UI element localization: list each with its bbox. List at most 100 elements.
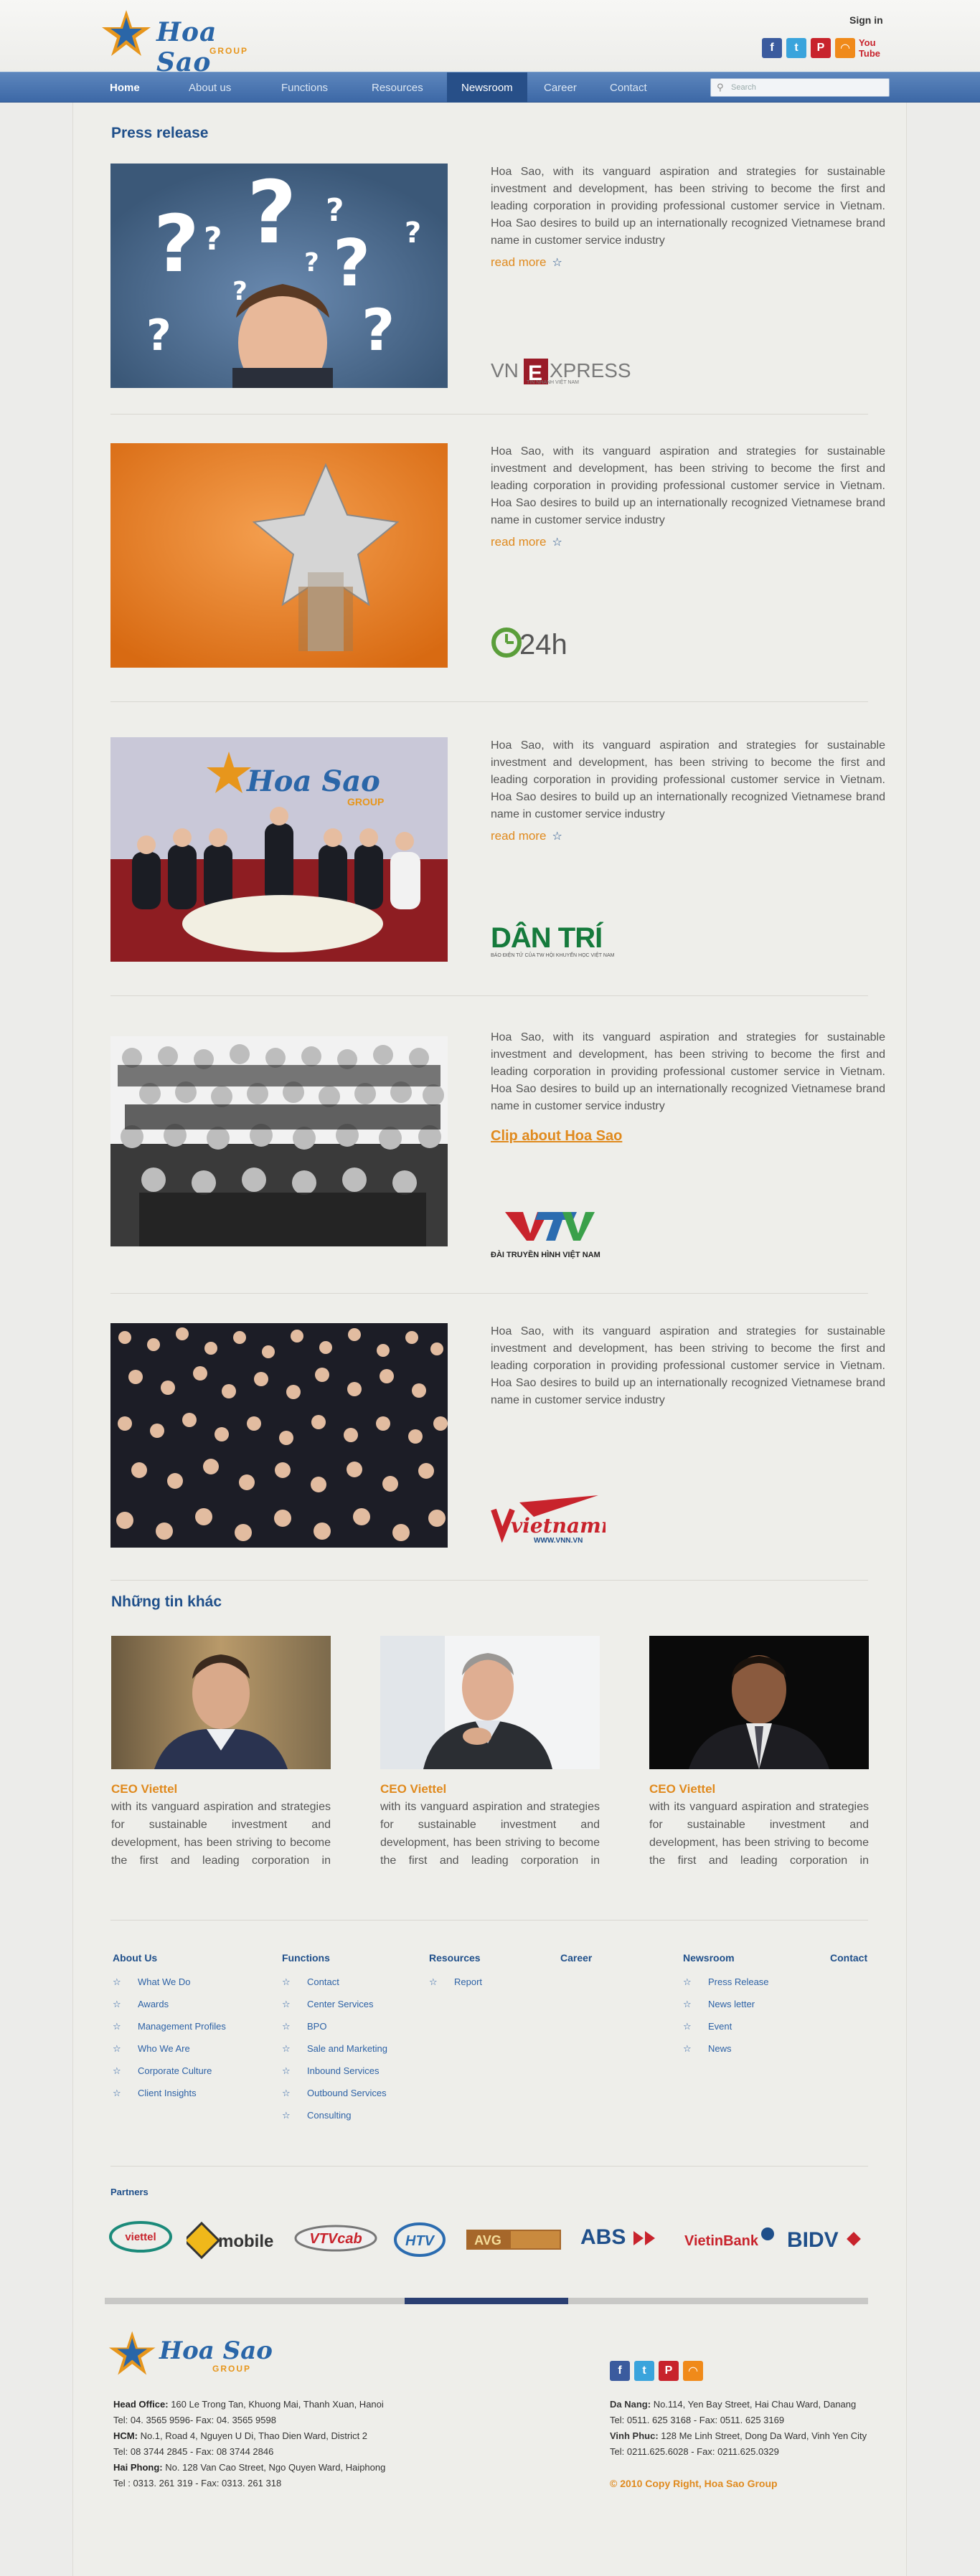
svg-text:?: ? <box>405 217 421 250</box>
read-more-label: read more <box>491 829 547 843</box>
svg-text:?: ? <box>146 311 171 361</box>
svg-text:VTVcab: VTVcab <box>309 2231 362 2247</box>
svg-text:ABS: ABS <box>580 2225 626 2249</box>
footer-heading[interactable]: About Us <box>113 1952 226 1964</box>
facebook-icon[interactable]: f <box>762 38 782 58</box>
footer-link[interactable]: ☆ Report <box>429 1971 482 1993</box>
svg-text:?: ? <box>154 198 199 290</box>
pinterest-icon[interactable]: P <box>811 38 831 58</box>
article-image[interactable]: ? ? ? ? ? ? ? ? ? ? <box>110 164 448 388</box>
footer-heading[interactable]: Newsroom <box>683 1952 769 1964</box>
clip-link[interactable]: Clip about Hoa Sao <box>491 1128 622 1145</box>
footer-link[interactable]: ☆ Event <box>683 2015 769 2037</box>
social-links: f t P ◠ You Tube <box>762 37 880 59</box>
news-card[interactable]: CEO Viettel with its vanguard aspiration… <box>380 1636 600 1870</box>
footer-heading[interactable]: Resources <box>429 1952 482 1964</box>
article-image[interactable] <box>110 1323 448 1548</box>
article-text: Hoa Sao, with its vanguard aspiration an… <box>491 1031 885 1112</box>
partner-vietinbank[interactable]: VietinBank <box>682 2218 776 2261</box>
footer-link[interactable]: ☆ Who We Are <box>113 2037 226 2060</box>
news-title[interactable]: CEO Viettel <box>111 1782 331 1796</box>
press-article: ? ? ? ? ? ? ? ? ? ? Hoa Sao, with its va… <box>110 164 885 388</box>
facebook-icon[interactable]: f <box>610 2361 630 2381</box>
read-more-link[interactable]: read more ☆ <box>491 829 562 843</box>
read-more-link[interactable]: read more ☆ <box>491 255 562 270</box>
pinterest-icon[interactable]: P <box>659 2361 679 2381</box>
article-image[interactable]: Hoa Sao GROUP <box>110 737 448 962</box>
footer-link[interactable]: ☆ Contact <box>282 1971 387 1993</box>
footer-link[interactable]: ☆ Awards <box>113 1993 226 2015</box>
footer-link[interactable]: ☆ Outbound Services <box>282 2082 387 2104</box>
twitter-icon[interactable]: t <box>786 38 806 58</box>
star-icon: ☆ <box>552 257 562 269</box>
press-article: Hoa Sao, with its vanguard aspiration an… <box>110 1323 885 1548</box>
footer-link[interactable]: ☆ BPO <box>282 2015 387 2037</box>
footer-heading[interactable]: Contact <box>830 1952 867 1964</box>
partner-bidv[interactable]: BIDV <box>786 2218 866 2261</box>
nav-resources[interactable]: Resources <box>372 72 423 103</box>
twitter-icon[interactable]: t <box>634 2361 654 2381</box>
footer-link[interactable]: ☆ News <box>683 2037 769 2060</box>
footer-link[interactable]: ☆ Client Insights <box>113 2082 226 2104</box>
source-logo-vtv[interactable]: ĐÀI TRUYỀN HÌNH VIỆT NAM <box>491 1208 600 1259</box>
star-icon: ☆ <box>113 2088 121 2098</box>
footer-col-about: About Us ☆ What We Do ☆ Awards ☆ Management… <box>113 1952 226 2104</box>
article-image[interactable] <box>110 1036 448 1261</box>
partner-gmobile[interactable]: mobile <box>187 2218 280 2261</box>
footer-heading[interactable]: Career <box>560 1952 592 1964</box>
nav-newsroom[interactable]: Newsroom <box>447 72 527 103</box>
divider <box>110 2166 868 2167</box>
news-card[interactable]: CEO Viettel with its vanguard aspiration… <box>649 1636 869 1870</box>
footer-link[interactable]: ☆ What We Do <box>113 1971 226 1993</box>
article-image[interactable] <box>110 443 448 668</box>
footer-heading[interactable]: Functions <box>282 1952 387 1964</box>
press-release-title: Press release <box>111 125 209 141</box>
footer-link[interactable]: ☆ Inbound Services <box>282 2060 387 2082</box>
news-title[interactable]: CEO Viettel <box>380 1782 600 1796</box>
partners-scrollbar[interactable] <box>105 2298 868 2304</box>
nav-career[interactable]: Career <box>544 72 577 103</box>
news-photo[interactable] <box>111 1636 331 1769</box>
footer-link[interactable]: ☆ Consulting <box>282 2104 387 2126</box>
sign-in-link[interactable]: Sign in <box>849 14 883 26</box>
site-logo[interactable]: Hoa Sao GROUP <box>100 7 258 77</box>
partner-avg[interactable]: AVG <box>463 2218 564 2261</box>
source-logo-24h[interactable]: 24h <box>491 622 577 669</box>
footer-link[interactable]: ☆ Press Release <box>683 1971 769 1993</box>
nav-about[interactable]: About us <box>189 72 231 103</box>
star-icon: ☆ <box>282 1976 291 1987</box>
footer-addresses-left: Head Office: 160 Le Trong Tan, Khuong Ma… <box>113 2399 386 2489</box>
footer-logo[interactable]: Hoa Sao GROUP <box>108 2328 280 2385</box>
news-title[interactable]: CEO Viettel <box>649 1782 869 1796</box>
partner-vtvcab[interactable]: VTVcab <box>293 2218 379 2261</box>
source-logo-vnexpress[interactable]: VN E XPRESS TIN NHANH VIỆT NAM <box>491 359 656 391</box>
search-input[interactable]: ⚲ Search <box>710 78 890 97</box>
article-text: Hoa Sao, with its vanguard aspiration an… <box>491 445 885 526</box>
rss-icon[interactable]: ◠ <box>835 38 855 58</box>
news-photo[interactable] <box>649 1636 869 1769</box>
read-more-label: read more <box>491 535 547 549</box>
nav-contact[interactable]: Contact <box>610 72 647 103</box>
logo-subtitle: GROUP <box>212 2364 252 2374</box>
rss-icon[interactable]: ◠ <box>683 2361 703 2381</box>
scrollbar-thumb[interactable] <box>405 2298 568 2304</box>
source-logo-dantri[interactable]: DÂN TRÍ BÁO ĐIỆN TỬ CỦA TW HỘI KHUYẾN HỌ… <box>491 922 614 958</box>
svg-text:HTV: HTV <box>405 2233 435 2249</box>
source-logo-vietnamnet[interactable]: vietnamnet WWW.VNN.VN <box>491 1495 638 1549</box>
footer-link[interactable]: ☆ News letter <box>683 1993 769 2015</box>
footer-link[interactable]: ☆ Management Profiles <box>113 2015 226 2037</box>
nav-home[interactable]: Home <box>110 72 140 103</box>
partner-viettel[interactable]: viettel <box>108 2218 174 2261</box>
star-icon: ☆ <box>683 1999 692 2009</box>
footer-link[interactable]: ☆ Corporate Culture <box>113 2060 226 2082</box>
footer-link[interactable]: ☆ Sale and Marketing <box>282 2037 387 2060</box>
partner-htv[interactable]: HTV <box>391 2218 448 2261</box>
youtube-icon[interactable]: You Tube <box>859 37 880 59</box>
footer-link[interactable]: ☆ Center Services <box>282 1993 387 2015</box>
news-card[interactable]: CEO Viettel with its vanguard aspiration… <box>111 1636 331 1870</box>
nav-functions[interactable]: Functions <box>281 72 328 103</box>
star-icon: ☆ <box>113 2043 121 2054</box>
news-photo[interactable] <box>380 1636 600 1769</box>
read-more-link[interactable]: read more ☆ <box>491 535 562 549</box>
partner-abs[interactable]: ABS <box>578 2218 666 2261</box>
